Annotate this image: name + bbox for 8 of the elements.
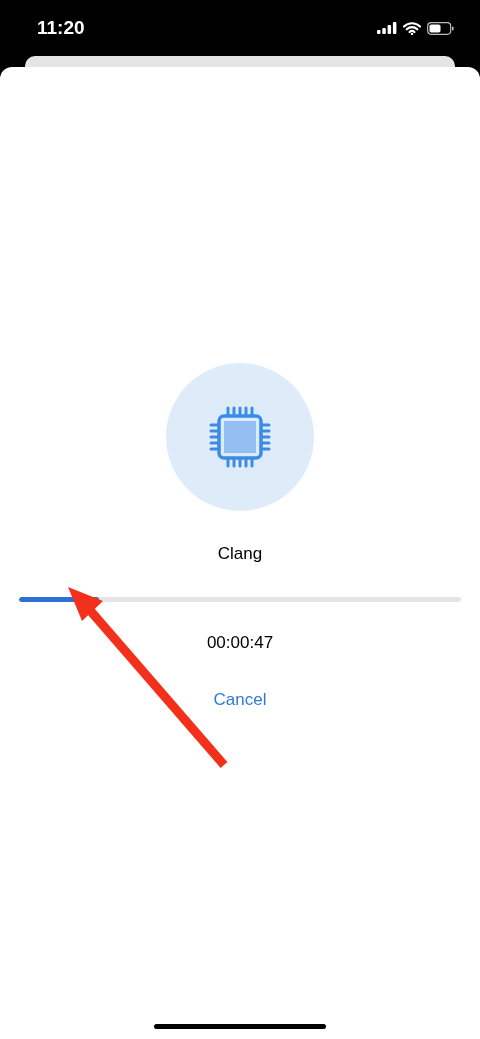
- task-name: Clang: [217, 543, 263, 565]
- wifi-icon: [403, 21, 421, 35]
- battery-icon: [427, 21, 454, 35]
- status-time: 11:20: [37, 15, 85, 40]
- cancel-button[interactable]: Cancel: [213, 687, 267, 713]
- elapsed-time: 00:00:47: [206, 631, 274, 654]
- chip-icon: [208, 405, 272, 469]
- signal-icon: [377, 22, 397, 34]
